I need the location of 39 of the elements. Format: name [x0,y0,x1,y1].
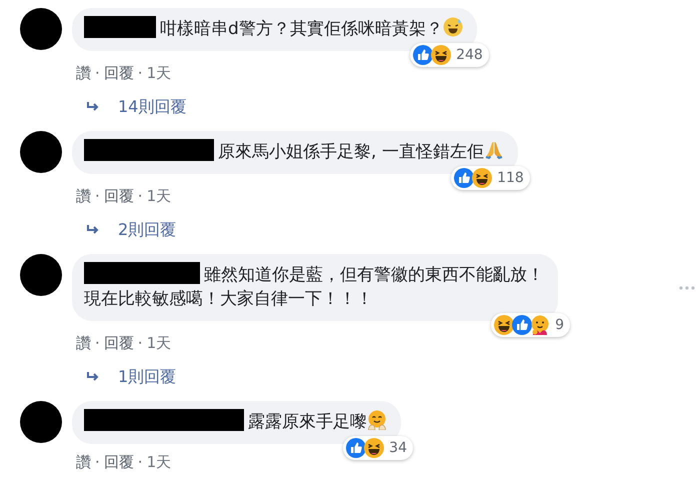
action-link[interactable]: 回覆 [104,64,134,82]
avatar[interactable] [20,254,62,296]
replies-link[interactable]: 2則回覆 [118,220,176,240]
comment-text: 現在比較敏感噶！大家自律一下！！！ [84,289,373,309]
timestamp: 1天 [146,64,172,82]
reaction-summary[interactable]: 118 [451,166,530,190]
separator-dot: · [95,334,100,352]
replies-link[interactable]: 1則回覆 [118,366,176,388]
separator-dot: · [95,453,100,471]
action-link[interactable]: 回覆 [104,186,134,206]
timestamp: 1天 [146,334,172,352]
action-link[interactable]: 讚 [76,186,91,206]
timestamp: 1天 [146,186,172,206]
separator-dot: · [138,64,143,82]
reaction-summary[interactable]: 9 [491,313,570,337]
separator-dot: · [95,64,100,82]
comment-text: 咁樣暗串d警方？其實佢係咪暗黃架？ [160,19,443,39]
action-link[interactable]: 回覆 [104,452,134,472]
separator-dot: · [138,453,143,471]
comment-text: 原來馬小姐係手足黎, 一直怪錯左佢 [218,142,484,162]
comment-text: 雖然知道你是藍，但有警徽的東西不能亂放！ [204,265,544,285]
replies-link[interactable]: 14則回覆 [118,96,186,118]
action-link[interactable]: 回覆 [104,334,134,352]
reply-arrow-icon [86,101,100,113]
reaction-summary[interactable]: 248 [410,43,489,67]
reply-arrow-icon [86,371,100,383]
action-link[interactable]: 讚 [76,452,91,472]
avatar[interactable] [20,401,62,443]
avatar[interactable] [20,131,62,173]
action-link[interactable]: 讚 [76,334,91,352]
separator-dot: · [95,187,100,205]
reply-arrow-icon [86,224,100,236]
action-link[interactable]: 讚 [76,64,91,82]
comment-text: 露露原來手足嚟 [248,412,367,432]
timestamp: 1天 [146,452,172,472]
separator-dot: · [138,187,143,205]
reaction-summary[interactable]: 34 [343,436,413,460]
separator-dot: · [138,334,143,352]
avatar[interactable] [20,8,62,50]
